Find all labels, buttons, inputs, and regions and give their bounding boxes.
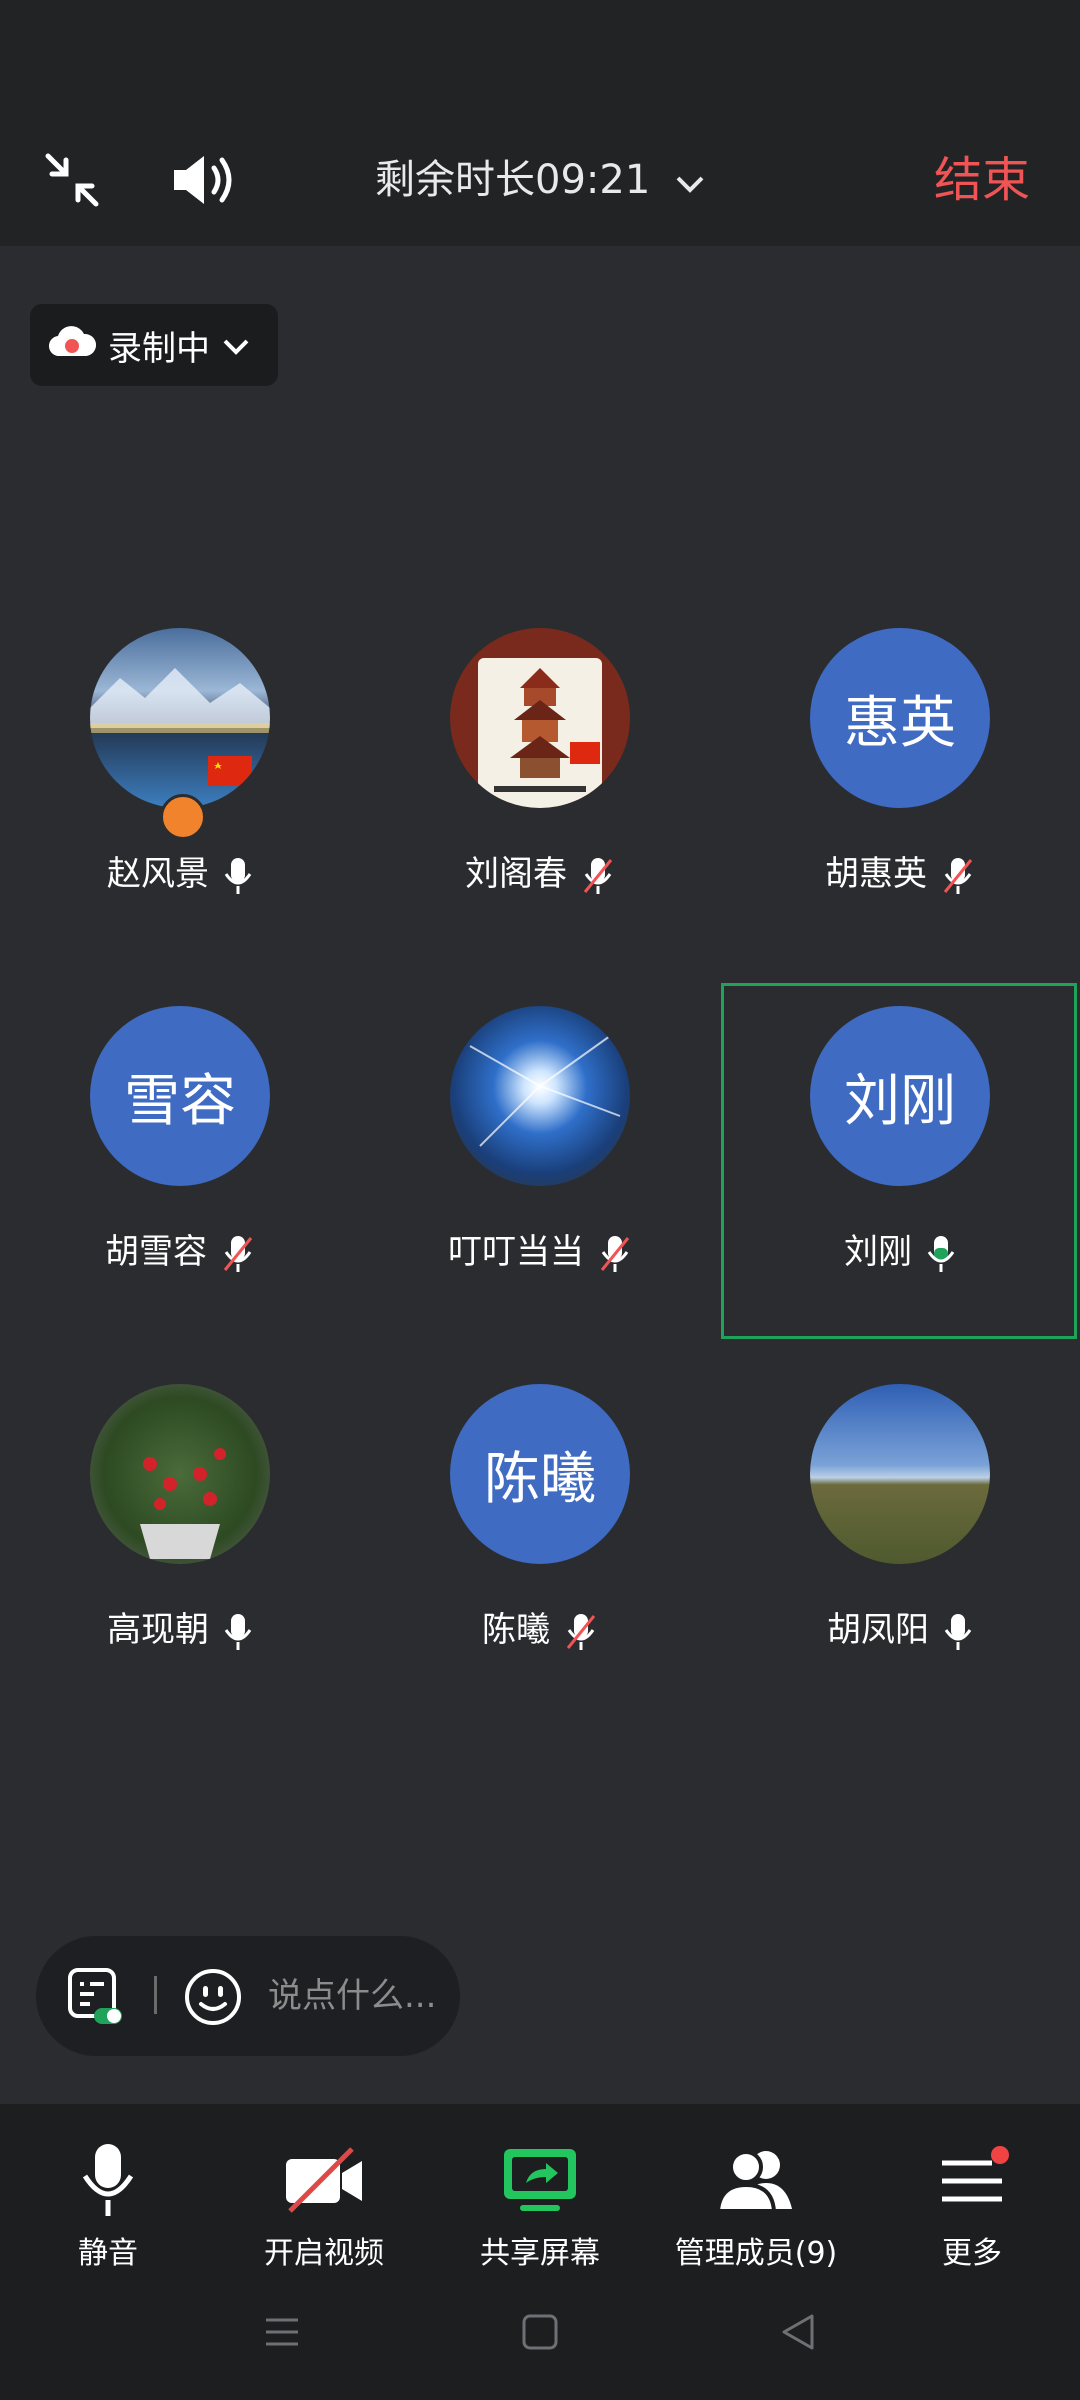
member-name-text: 刘阁春	[465, 854, 567, 894]
system-nav-bar	[0, 2290, 1080, 2380]
recording-badge[interactable]: 录制中	[30, 304, 278, 386]
active-speaker-frame	[721, 983, 1077, 1339]
share-screen-button[interactable]: 共享屏幕	[432, 2134, 648, 2294]
mic-icon	[0, 2134, 216, 2226]
mic-muted-icon	[600, 1235, 630, 1272]
manage-members-button[interactable]: 管理成员(9)	[648, 2134, 864, 2294]
member-tile[interactable]: 叮叮当当	[360, 1006, 720, 1384]
mic-muted-icon	[943, 857, 973, 894]
member-tile[interactable]: 赵风景	[0, 628, 360, 1006]
member-tile[interactable]: 惠英 胡惠英	[720, 628, 1080, 1006]
home-icon[interactable]	[520, 2312, 560, 2356]
member-tile[interactable]: 陈曦 陈曦	[360, 1384, 720, 1762]
meeting-top-bar: 剩余时长09:21 结束	[0, 0, 1080, 246]
more-menu-icon	[864, 2134, 1080, 2226]
mic-on-icon	[224, 857, 252, 894]
video-off-icon	[216, 2134, 432, 2226]
share-screen-icon	[432, 2134, 648, 2226]
member-name-text: 胡雪容	[105, 1232, 207, 1272]
member-name: 陈曦	[360, 1606, 720, 1654]
mic-muted-icon	[583, 857, 613, 894]
member-name-text: 胡惠英	[825, 854, 927, 894]
member-tile[interactable]: 雪容 胡雪容	[0, 1006, 360, 1384]
cloud-recording-icon	[48, 324, 97, 367]
member-avatar	[90, 1384, 270, 1564]
mute-label: 静音	[78, 2236, 138, 2271]
member-avatar	[90, 628, 270, 808]
recording-label: 录制中	[108, 328, 210, 369]
chevron-down-icon	[222, 325, 250, 365]
mic-on-icon	[224, 1613, 252, 1650]
mic-muted-icon	[223, 1235, 253, 1272]
chat-placeholder[interactable]: 说点什么...	[268, 1974, 436, 2018]
captions-toggle-icon[interactable]	[64, 1966, 126, 2028]
member-name: 赵风景	[0, 850, 360, 898]
member-tile[interactable]: 胡凤阳	[720, 1384, 1080, 1762]
member-avatar: 惠英	[810, 628, 990, 808]
mute-button[interactable]: 静音	[0, 2134, 216, 2294]
more-label: 更多	[942, 2236, 1002, 2271]
member-avatar	[450, 1006, 630, 1186]
chat-input-bar[interactable]: 说点什么...	[36, 1936, 460, 2056]
recent-apps-icon[interactable]	[262, 2312, 302, 2356]
mic-on-icon	[944, 1613, 972, 1650]
chevron-down-icon	[675, 154, 705, 210]
member-avatar: 陈曦	[450, 1384, 630, 1564]
member-avatar	[450, 628, 630, 808]
end-meeting-button[interactable]: 结束	[934, 150, 1030, 210]
member-name: 胡凤阳	[720, 1606, 1080, 1654]
start-video-label: 开启视频	[264, 2236, 384, 2271]
members-icon	[648, 2134, 864, 2226]
member-name-text: 叮叮当当	[448, 1232, 584, 1272]
remaining-time-dropdown[interactable]: 剩余时长09:21	[0, 152, 1080, 210]
member-tile[interactable]: 高现朝	[0, 1384, 360, 1762]
member-name-text: 高现朝	[107, 1610, 209, 1650]
member-name: 胡惠英	[720, 850, 1080, 898]
member-avatar	[810, 1384, 990, 1564]
member-name-text: 陈曦	[482, 1610, 550, 1650]
member-name-text: 赵风景	[107, 854, 209, 894]
more-button[interactable]: 更多	[864, 2134, 1080, 2294]
member-name: 高现朝	[0, 1606, 360, 1654]
share-screen-label: 共享屏幕	[480, 2236, 600, 2271]
manage-members-label: 管理成员(9)	[674, 2236, 838, 2271]
member-name: 叮叮当当	[360, 1228, 720, 1276]
member-name-text: 胡凤阳	[827, 1610, 929, 1650]
remaining-time-label: 剩余时长09:21	[375, 157, 651, 203]
member-name: 胡雪容	[0, 1228, 360, 1276]
member-name: 刘阁春	[360, 850, 720, 898]
member-tile[interactable]: 刘阁春	[360, 628, 720, 1006]
emoji-icon[interactable]	[182, 1966, 244, 2028]
start-video-button[interactable]: 开启视频	[216, 2134, 432, 2294]
mic-muted-icon	[566, 1613, 596, 1650]
host-badge-icon	[160, 794, 206, 840]
member-avatar: 雪容	[90, 1006, 270, 1186]
divider	[154, 1976, 157, 2014]
back-icon[interactable]	[778, 2312, 818, 2356]
